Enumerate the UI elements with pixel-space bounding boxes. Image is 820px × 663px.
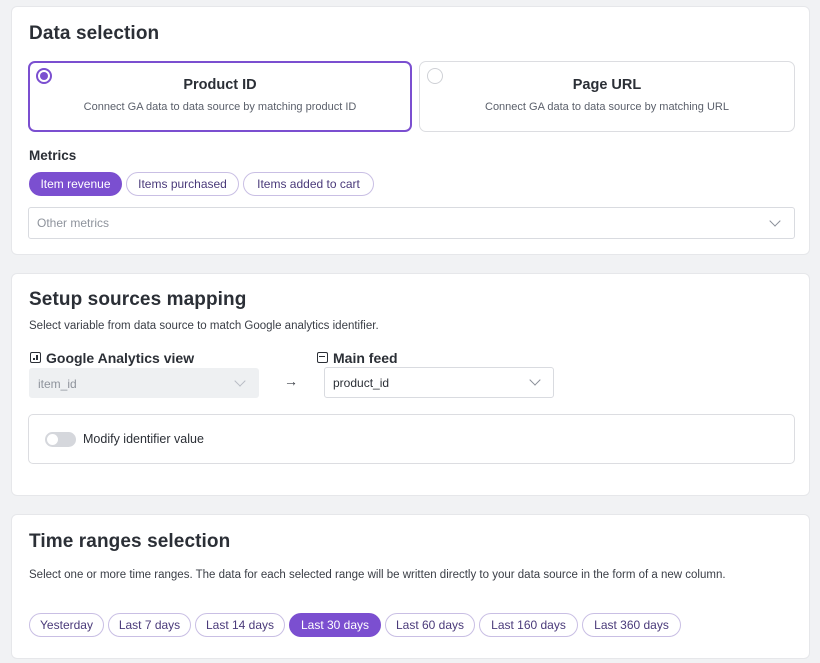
ga-view-label: Google Analytics view xyxy=(46,350,195,366)
mapping-title: Setup sources mapping xyxy=(29,289,247,310)
time-chip-last-14-days[interactable]: Last 14 days xyxy=(195,613,285,637)
product-id-option-title: Product ID xyxy=(183,77,257,93)
ga-identifier-value: item_id xyxy=(38,377,77,391)
product-id-option-description: Connect GA data to data source by matchi… xyxy=(83,101,357,113)
other-metrics-placeholder: Other metrics xyxy=(37,216,110,230)
modify-identifier-box: Modify identifier value xyxy=(28,414,795,464)
time-chip-last-160-days[interactable]: Last 160 days xyxy=(479,613,578,637)
chevron-down-icon xyxy=(234,375,246,387)
metrics-label: Metrics xyxy=(29,148,77,163)
feed-icon xyxy=(317,352,328,363)
main-feed-label: Main feed xyxy=(333,350,398,366)
page-url-option-title: Page URL xyxy=(572,77,642,93)
time-chip-last-60-days[interactable]: Last 60 days xyxy=(385,613,475,637)
metric-chip-items-added-to-cart[interactable]: Items added to cart xyxy=(243,172,374,196)
feed-identifier-value: product_id xyxy=(333,376,390,390)
time-chip-yesterday[interactable]: Yesterday xyxy=(29,613,104,637)
product-id-option[interactable]: Product ID Connect GA data to data sourc… xyxy=(28,61,412,132)
data-selection-card: Data selection Product ID Connect GA dat… xyxy=(11,6,810,255)
page-url-option-description: Connect GA data to data source by matchi… xyxy=(485,101,729,113)
time-chip-last-360-days[interactable]: Last 360 days xyxy=(582,613,681,637)
time-ranges-description: Select one or more time ranges. The data… xyxy=(29,569,726,581)
modify-identifier-label: Modify identifier value xyxy=(83,432,204,446)
mapping-description: Select variable from data source to matc… xyxy=(29,320,379,332)
mapping-arrow: → xyxy=(284,373,298,389)
data-selection-title: Data selection xyxy=(29,23,160,44)
modify-identifier-toggle[interactable] xyxy=(45,432,76,447)
time-chip-last-7-days[interactable]: Last 7 days xyxy=(108,613,191,637)
chevron-down-icon xyxy=(769,215,781,227)
time-ranges-card: Time ranges selection Select one or more… xyxy=(11,514,810,659)
metric-chip-items-purchased[interactable]: Items purchased xyxy=(126,172,239,196)
chevron-down-icon xyxy=(529,374,541,386)
other-metrics-select[interactable]: Other metrics xyxy=(28,207,795,239)
analytics-icon xyxy=(30,352,41,363)
time-chip-last-30-days[interactable]: Last 30 days xyxy=(289,613,381,637)
page-url-option[interactable]: Page URL Connect GA data to data source … xyxy=(419,61,795,132)
metric-chip-item-revenue[interactable]: Item revenue xyxy=(29,172,122,196)
feed-identifier-select[interactable]: product_id xyxy=(324,367,554,398)
sources-mapping-card: Setup sources mapping Select variable fr… xyxy=(11,273,810,496)
ga-identifier-select: item_id xyxy=(29,368,259,398)
time-ranges-title: Time ranges selection xyxy=(29,531,231,552)
